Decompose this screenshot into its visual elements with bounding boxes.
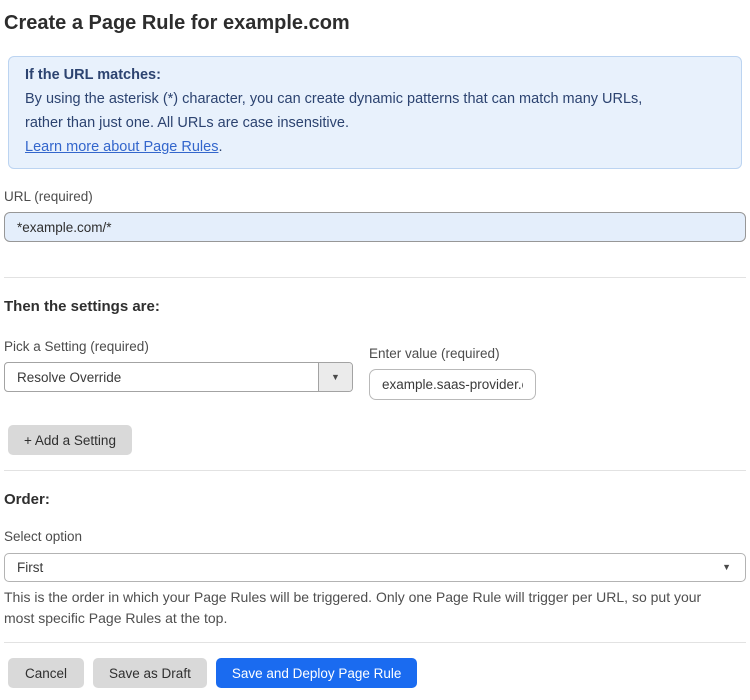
order-selected-value: First [17, 560, 44, 575]
order-select-label: Select option [4, 529, 83, 544]
info-callout-body-line-2: rather than just one. All URLs are case … [25, 115, 349, 131]
setting-picker-arrow-segment[interactable]: ▼ [318, 363, 352, 391]
url-input[interactable] [4, 212, 746, 242]
chevron-down-icon: ▼ [722, 562, 731, 572]
setting-value-label: Enter value (required) [369, 346, 500, 361]
link-suffix-period: . [218, 139, 223, 155]
url-match-info-callout: If the URL matches: By using the asteris… [8, 56, 742, 169]
setting-picker-label: Pick a Setting (required) [4, 339, 149, 354]
setting-row: Pick a Setting (required) Resolve Overri… [4, 319, 746, 400]
info-callout-link-line: Learn more about Page Rules. [25, 135, 725, 159]
learn-more-link[interactable]: Learn more about Page Rules [25, 139, 218, 155]
cancel-button[interactable]: Cancel [8, 658, 85, 688]
order-section-heading: Order: [4, 491, 50, 508]
order-help-text: This is the order in which your Page Rul… [4, 587, 746, 629]
order-select-dropdown[interactable]: First ▼ [4, 553, 746, 582]
setting-picker-selected-value: Resolve Override [17, 369, 122, 385]
page-rule-form: Create a Page Rule for example.com If th… [0, 0, 750, 700]
url-field-label: URL (required) [4, 189, 93, 204]
info-callout-body-line-1: By using the asterisk (*) character, you… [25, 91, 643, 107]
divider [4, 642, 746, 643]
order-help-line-2: most specific Page Rules at the top. [4, 610, 228, 626]
info-callout-heading: If the URL matches: [25, 67, 161, 83]
order-help-line-1: This is the order in which your Page Rul… [4, 589, 702, 605]
chevron-down-icon: ▼ [331, 371, 340, 382]
settings-section-heading: Then the settings are: [4, 298, 160, 315]
save-as-draft-button[interactable]: Save as Draft [93, 658, 207, 688]
setting-picker-dropdown[interactable]: Resolve Override ▼ [4, 362, 353, 392]
setting-picker-column: Pick a Setting (required) Resolve Overri… [4, 319, 353, 392]
setting-value-input[interactable] [369, 369, 536, 400]
page-title: Create a Page Rule for example.com [4, 12, 350, 34]
divider [4, 277, 746, 278]
divider [4, 470, 746, 471]
setting-value-column: Enter value (required) [369, 326, 536, 400]
footer-actions: Cancel Save as Draft Save and Deploy Pag… [8, 658, 746, 700]
save-and-deploy-button[interactable]: Save and Deploy Page Rule [215, 658, 418, 688]
add-setting-button[interactable]: + Add a Setting [8, 425, 132, 455]
